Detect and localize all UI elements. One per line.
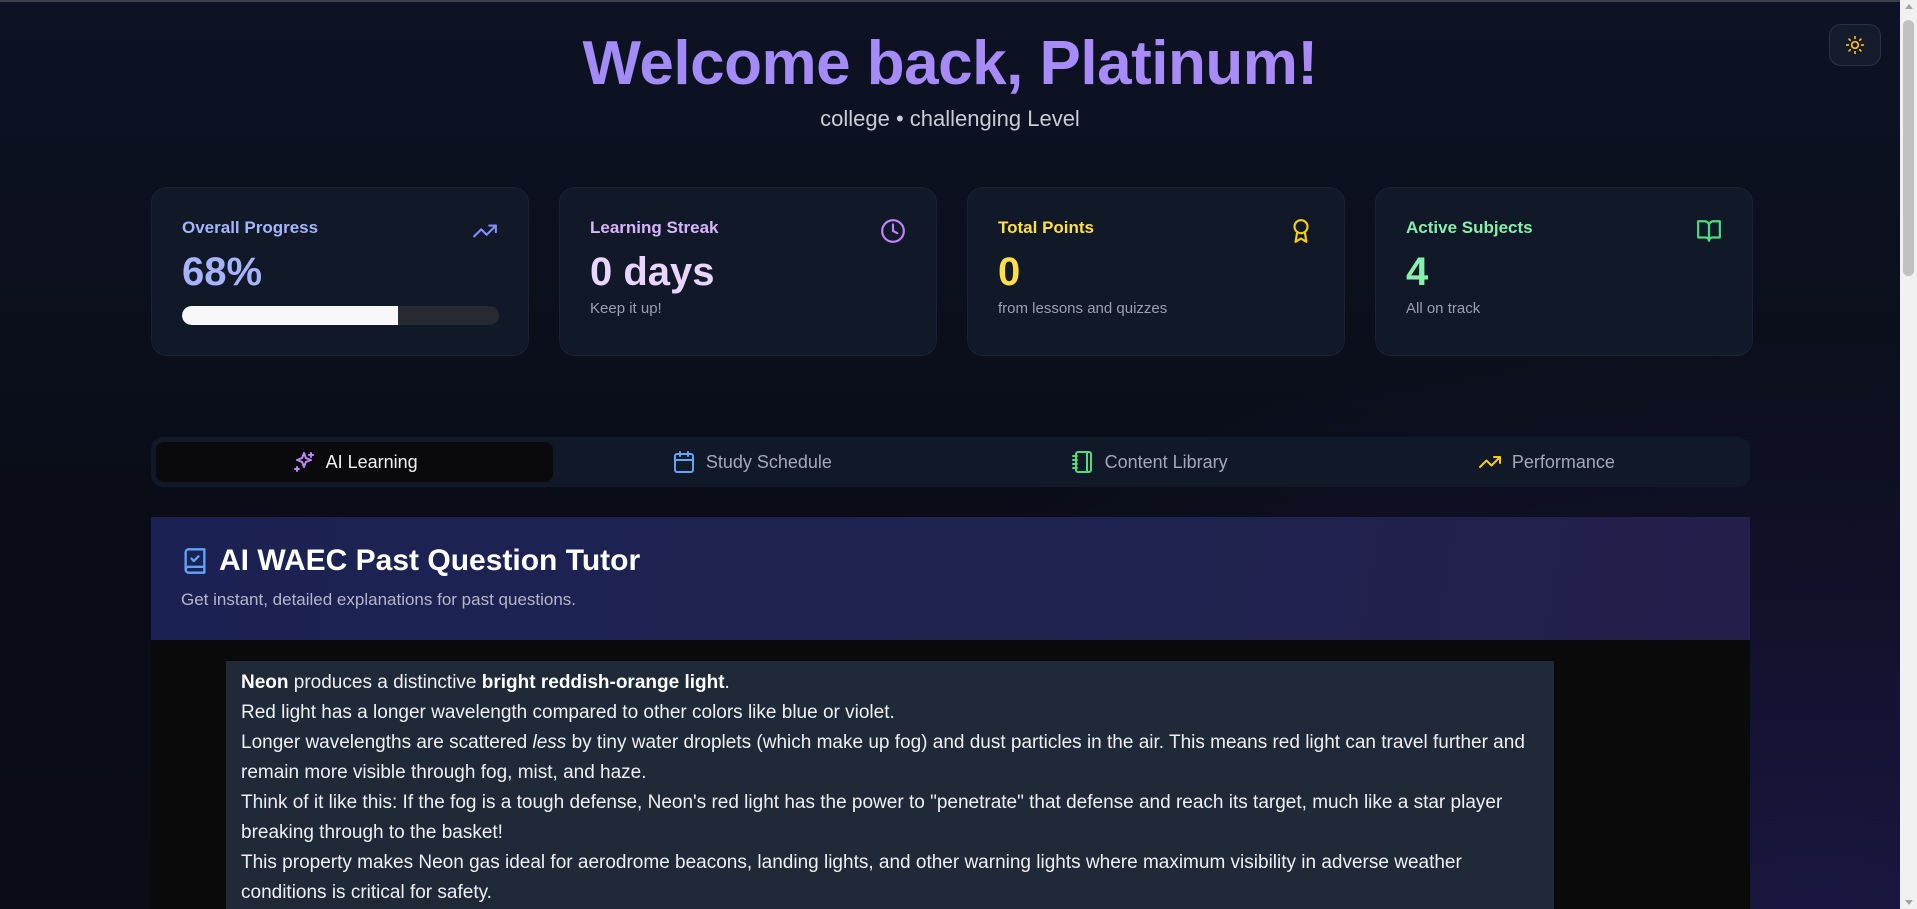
page-scrollbar[interactable] xyxy=(1900,0,1917,909)
answer-text: produces a distinctive xyxy=(288,672,482,693)
stat-label: Learning Streak xyxy=(590,218,719,237)
tutor-title-row: AI WAEC Past Question Tutor xyxy=(181,544,1720,578)
answer-line-4: Think of it like this: If the fog is a t… xyxy=(241,792,1503,843)
level-subtitle: college • challenging Level xyxy=(820,106,1080,131)
welcome-title: Welcome back, Platinum! xyxy=(0,28,1900,100)
points-value: 0 xyxy=(998,250,1021,294)
window-top-border xyxy=(0,0,1917,2)
tab-label: Content Library xyxy=(1104,451,1228,472)
progress-bar xyxy=(182,306,499,325)
tutor-subtitle: Get instant, detailed explanations for p… xyxy=(181,590,577,609)
points-note: from lessons and quizzes xyxy=(998,300,1168,317)
scrollbar-thumb[interactable] xyxy=(1903,20,1914,276)
tab-label: Study Schedule xyxy=(705,451,832,472)
main-tabs: AI Learning Study Schedule Content Libra… xyxy=(151,437,1750,487)
tab-ai-learning[interactable]: AI Learning xyxy=(156,442,554,482)
tab-content-library[interactable]: Content Library xyxy=(951,442,1348,482)
trending-up-icon xyxy=(1478,456,1501,468)
tutor-title: AI WAEC Past Question Tutor xyxy=(219,544,641,577)
answer-line-2: Red light has a longer wavelength compar… xyxy=(241,702,895,723)
streak-note: Keep it up! xyxy=(590,300,662,317)
scrolled-text-fragment xyxy=(226,640,1554,661)
stats-row: Overall Progress 68% Learning Streak 0 d… xyxy=(151,187,1753,356)
answer-line-1: Neon produces a distinctive bright reddi… xyxy=(241,668,1539,698)
progress-bar-fill xyxy=(182,306,398,325)
clock-icon xyxy=(881,219,905,243)
book-check-icon xyxy=(184,548,206,574)
subjects-value: 4 xyxy=(1406,250,1429,294)
overall-progress-card: Overall Progress 68% xyxy=(151,187,529,356)
answer-line-5: This property makes Neon gas ideal for a… xyxy=(241,852,1462,903)
book-open-icon xyxy=(1697,220,1721,242)
stat-label: Total Points xyxy=(998,218,1095,237)
progress-value: 68% xyxy=(182,250,263,294)
subjects-note: All on track xyxy=(1406,300,1481,317)
tab-study-schedule[interactable]: Study Schedule xyxy=(553,442,950,482)
scroll-down-arrow-icon[interactable] xyxy=(1905,900,1913,905)
scroll-up-arrow-icon[interactable] xyxy=(1905,4,1913,9)
answer-italic: less xyxy=(532,732,567,753)
award-icon xyxy=(1293,219,1309,243)
answer-bold: bright reddish-orange light xyxy=(481,672,725,693)
learning-streak-card: Learning Streak 0 days Keep it up! xyxy=(559,187,937,356)
total-points-card: Total Points 0 from lessons and quizzes xyxy=(967,187,1345,356)
answer-text: . xyxy=(724,672,730,693)
tutor-answer[interactable]: Neon produces a distinctive bright reddi… xyxy=(226,661,1554,909)
answer-text: Longer wavelengths are scattered xyxy=(241,732,533,753)
tab-label: Performance xyxy=(1511,451,1615,472)
streak-value: 0 days xyxy=(590,250,715,294)
ai-tutor-panel: AI WAEC Past Question Tutor Get instant,… xyxy=(151,517,1750,909)
tab-performance[interactable]: Performance xyxy=(1348,442,1745,482)
answer-bold: Neon xyxy=(241,672,289,693)
notebook-icon xyxy=(1071,451,1092,473)
tutor-header: AI WAEC Past Question Tutor Get instant,… xyxy=(151,517,1750,640)
calendar-icon xyxy=(673,451,694,473)
trending-up-icon xyxy=(473,224,497,238)
stat-label: Overall Progress xyxy=(182,218,319,237)
tab-label: AI Learning xyxy=(325,451,418,472)
sparkles-icon xyxy=(293,452,314,472)
answer-line-3: Longer wavelengths are scattered less by… xyxy=(241,728,1539,788)
welcome-header: Welcome back, Platinum! college • challe… xyxy=(0,28,1900,132)
active-subjects-card: Active Subjects 4 All on track xyxy=(1375,187,1753,356)
stat-label: Active Subjects xyxy=(1406,218,1533,237)
